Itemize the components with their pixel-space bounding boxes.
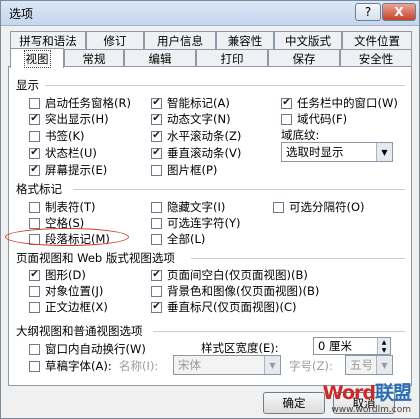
checkbox[interactable] — [151, 130, 162, 142]
chevron-down-icon[interactable]: ▼ — [264, 356, 280, 374]
tab-view[interactable]: 视图 — [10, 48, 64, 68]
tab-asian-typography[interactable]: 中文版式 — [274, 31, 342, 49]
checkbox[interactable] — [273, 201, 284, 213]
ok-button[interactable]: 确定 — [263, 392, 325, 414]
font-name-select[interactable]: 宋体 ▼ — [173, 355, 281, 375]
cb-optional-breaks[interactable]: 可选分隔符(O) — [273, 199, 365, 215]
checkbox[interactable] — [151, 164, 162, 176]
close-button[interactable]: X — [382, 3, 416, 21]
checkbox[interactable] — [281, 113, 292, 125]
cb-tab-characters[interactable]: 制表符(T) — [29, 199, 96, 215]
divider — [153, 331, 405, 332]
cb-vertical-scrollbar[interactable]: 垂直滚动条(V) — [151, 145, 241, 161]
cb-field-codes[interactable]: 域代码(F) — [281, 111, 347, 127]
cb-vertical-ruler[interactable]: 垂直标尺(仅页面视图)(C) — [151, 299, 296, 315]
cb-highlight[interactable]: 突出显示(H) — [29, 111, 109, 127]
tab-revisions[interactable]: 修订 — [86, 31, 144, 49]
watermark-brand-a: Word — [322, 382, 376, 404]
divider — [45, 85, 405, 86]
cb-optional-hyphens[interactable]: 可选连字符(Y) — [151, 215, 241, 231]
font-name-label: 名称(I): — [119, 359, 159, 373]
font-size-label: 字号(Z): — [289, 359, 333, 373]
checkbox[interactable] — [29, 301, 40, 313]
annotation-ellipse — [5, 228, 129, 246]
style-area-width-label: 样式区宽度(E): — [201, 341, 279, 355]
cb-object-anchors[interactable]: 对象位置(J) — [29, 283, 103, 299]
checkbox[interactable] — [151, 97, 162, 109]
style-area-width-input[interactable]: 0 厘米 ▲ ▼ — [313, 337, 391, 355]
watermark: Word联盟 www.wordlm.com — [322, 378, 412, 415]
cb-hidden-text[interactable]: 隐藏文字(I) — [151, 199, 225, 215]
cb-draft-font[interactable]: 草稿字体(A): — [29, 358, 112, 374]
field-shading-label: 域底纹: — [281, 128, 320, 142]
checkbox[interactable] — [29, 147, 40, 159]
field-shading-select[interactable]: 选取时显示 ▼ — [281, 142, 393, 162]
cb-drawings[interactable]: 图形(D) — [29, 267, 86, 283]
spin-down-icon[interactable]: ▼ — [378, 346, 390, 354]
options-dialog: 选项 ? X 拼写和语法 修订 用户信息 兼容性 中文版式 文件位置 视图 常规… — [0, 0, 420, 419]
title-bar: 选项 ? X — [1, 1, 419, 26]
tab-compatibility[interactable]: 兼容性 — [216, 31, 274, 49]
tab-edit[interactable]: 编辑 — [124, 49, 196, 67]
dialog-title: 选项 — [9, 7, 34, 21]
cb-white-space-between-pages[interactable]: 页面间空白(仅页面视图)(B) — [151, 267, 308, 283]
tab-general[interactable]: 常规 — [64, 49, 124, 67]
tab-security[interactable]: 安全性 — [340, 49, 412, 67]
cb-animated-text[interactable]: 动态文字(N) — [151, 111, 231, 127]
section-page-view-label: 页面视图和 Web 版式视图选项 — [16, 251, 175, 265]
cb-screen-tips[interactable]: 屏幕提示(E) — [29, 162, 107, 178]
help-button[interactable]: ? — [355, 3, 381, 21]
spin-buttons[interactable]: ▲ ▼ — [377, 338, 390, 354]
watermark-url: www.wordlm.com — [331, 405, 411, 415]
cb-smart-tags[interactable]: 智能标记(A) — [151, 95, 230, 111]
checkbox[interactable] — [29, 113, 40, 125]
checkbox[interactable] — [151, 269, 162, 281]
tab-print[interactable]: 打印 — [196, 49, 268, 67]
checkbox[interactable] — [151, 217, 162, 229]
section-display-label: 显示 — [16, 78, 39, 92]
checkbox[interactable] — [29, 360, 40, 372]
checkbox[interactable] — [29, 217, 40, 229]
checkbox[interactable] — [151, 201, 162, 213]
cb-picture-placeholders[interactable]: 图片框(P) — [151, 162, 217, 178]
checkbox[interactable] — [29, 201, 40, 213]
watermark-brand-b: 联盟 — [374, 382, 412, 404]
checkbox[interactable] — [29, 269, 40, 281]
divider — [191, 258, 405, 259]
cb-bookmarks[interactable]: 书签(K) — [29, 128, 85, 144]
checkbox[interactable] — [151, 113, 162, 125]
cb-windows-in-taskbar[interactable]: 任务栏中的窗口(W) — [281, 95, 398, 111]
cb-startup-task-pane[interactable]: 启动任务窗格(R) — [29, 95, 131, 111]
divider — [73, 189, 405, 190]
cb-horizontal-scrollbar[interactable]: 水平滚动条(Z) — [151, 128, 241, 144]
checkbox[interactable] — [151, 233, 162, 245]
font-size-select[interactable]: 五号 ▼ — [345, 355, 393, 375]
checkbox[interactable] — [29, 97, 40, 109]
cb-status-bar[interactable]: 状态栏(U) — [29, 145, 97, 161]
cb-wrap-to-window[interactable]: 窗口内自动换行(W) — [29, 341, 146, 357]
section-outline-label: 大纲视图和普通视图选项 — [16, 324, 143, 338]
checkbox[interactable] — [281, 97, 292, 109]
section-format-marks-label: 格式标记 — [16, 182, 62, 196]
tab-file-locations[interactable]: 文件位置 — [342, 31, 412, 49]
chevron-down-icon[interactable]: ▼ — [376, 356, 392, 374]
checkbox[interactable] — [29, 343, 40, 355]
checkbox[interactable] — [151, 285, 162, 297]
checkbox[interactable] — [29, 130, 40, 142]
tab-spelling[interactable]: 拼写和语法 — [10, 31, 86, 49]
cb-text-boundaries[interactable]: 正文边框(X) — [29, 299, 108, 315]
cb-all-marks[interactable]: 全部(L) — [151, 231, 205, 247]
field-shading-value: 选取时显示 — [286, 145, 344, 159]
tab-user-info[interactable]: 用户信息 — [144, 31, 216, 49]
checkbox[interactable] — [29, 164, 40, 176]
checkbox[interactable] — [151, 301, 162, 313]
cb-background-colors-images[interactable]: 背景色和图像(仅页面视图)(B) — [151, 283, 319, 299]
tab-save[interactable]: 保存 — [268, 49, 340, 67]
checkbox[interactable] — [29, 285, 40, 297]
chevron-down-icon[interactable]: ▼ — [376, 143, 392, 161]
tab-view-label: 视图 — [23, 49, 51, 68]
spin-up-icon[interactable]: ▲ — [378, 338, 390, 346]
checkbox[interactable] — [151, 147, 162, 159]
